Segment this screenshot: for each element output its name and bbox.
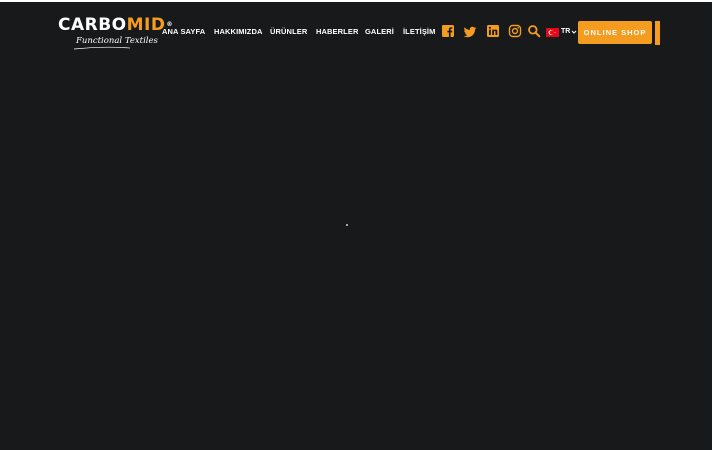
menu-toggle-bar[interactable] — [655, 21, 660, 45]
right-white-edge — [712, 0, 720, 450]
logo-swoosh-icon — [73, 46, 131, 50]
search-icon[interactable] — [527, 24, 541, 38]
loading-indicator — [346, 224, 348, 226]
logo-wordmark: CARBOMID® — [58, 15, 173, 35]
page-background: CARBOMID® Functional Textiles ANA SAYFA … — [0, 2, 712, 450]
instagram-icon[interactable] — [508, 24, 522, 38]
logo-part1: CARBO — [58, 15, 127, 35]
logo-tagline: Functional Textiles — [76, 36, 158, 46]
facebook-icon[interactable] — [441, 24, 455, 38]
nav-item-about[interactable]: HAKKIMIZDA — [214, 24, 263, 40]
turkey-flag-icon — [546, 28, 559, 37]
chevron-down-icon — [571, 30, 577, 34]
linkedin-icon[interactable] — [486, 24, 500, 38]
language-code: TR — [561, 28, 571, 35]
nav-item-contact[interactable]: İLETİŞİM — [403, 24, 435, 40]
logo-part2: MID — [126, 15, 166, 35]
site-header: CARBOMID® Functional Textiles ANA SAYFA … — [0, 2, 712, 62]
nav-item-gallery[interactable]: GALERİ — [365, 24, 394, 40]
online-shop-button[interactable]: ONLINE SHOP — [578, 21, 652, 44]
nav-item-home[interactable]: ANA SAYFA — [162, 24, 205, 40]
twitter-icon[interactable] — [463, 25, 477, 39]
brand-logo[interactable]: CARBOMID® Functional Textiles — [58, 15, 173, 51]
nav-item-news[interactable]: HABERLER — [316, 24, 358, 40]
nav-item-products[interactable]: ÜRÜNLER — [270, 24, 307, 40]
